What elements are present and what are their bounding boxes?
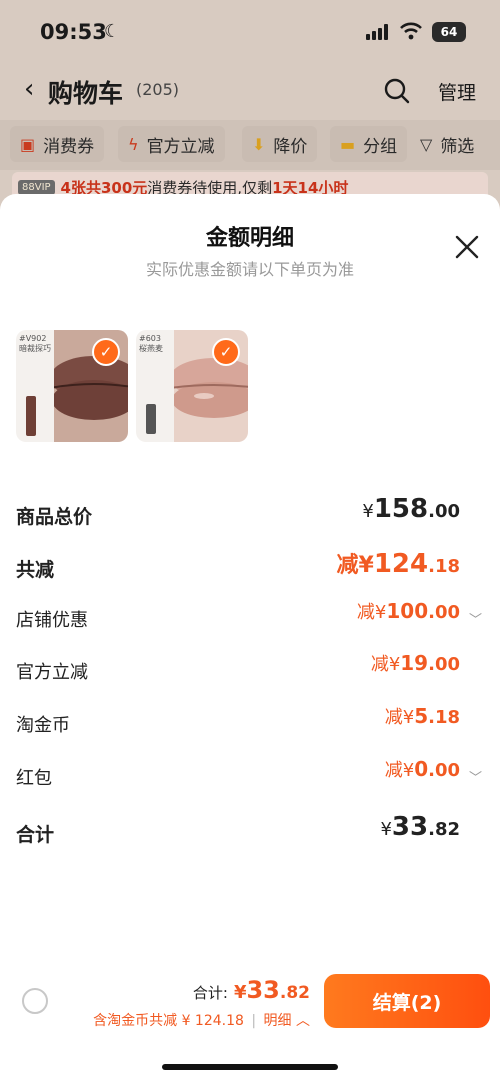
filter-price-drop[interactable]: ⬇ 降价 — [242, 126, 318, 162]
row-store-discount[interactable]: 店铺优惠 减 ¥ 100 .00 ﹀ — [0, 598, 500, 638]
lightning-icon: ϟ — [128, 134, 139, 154]
select-all-checkbox[interactable] — [22, 988, 48, 1014]
navigation-bar: ‹ 购物车 (205) 管理 — [0, 64, 500, 116]
filter-coupon[interactable]: ▣ 消费券 — [10, 126, 105, 162]
product-thumbnail[interactable]: #603 桜燕麦 ✓ — [136, 330, 248, 442]
row-taobao-coins: 淘金币 减 ¥ 5 .18 — [0, 703, 500, 743]
manage-button[interactable]: 管理 — [438, 78, 476, 105]
cart-count: (205) — [136, 80, 180, 99]
filter-price-drop-label: 降价 — [273, 136, 308, 157]
coupon-icon: ▣ — [20, 134, 36, 154]
product-code: #V902 — [19, 334, 47, 343]
checkmark-icon[interactable]: ✓ — [92, 338, 120, 366]
row-total-discount: 共减 减 ¥ 124 .18 — [0, 547, 500, 587]
folder-icon: ▬ — [340, 134, 356, 154]
row-label: 合计 — [16, 824, 55, 846]
search-icon[interactable] — [384, 78, 410, 104]
battery-icon: 64 — [432, 22, 466, 42]
savings-text: 含淘金币共减 ¥ 124.18 — [93, 1013, 244, 1029]
row-label: 商品总价 — [16, 506, 93, 528]
chevron-down-icon[interactable]: ﹀ — [469, 609, 482, 628]
bottom-total: 合计: ¥ 33 .82 — [193, 976, 310, 1004]
product-shade-name: 桜燕麦 — [139, 344, 163, 353]
row-amount: ¥ 33 .82 — [380, 812, 460, 842]
total-dec: .82 — [279, 983, 310, 1003]
sheet-title: 金额明细 — [205, 226, 294, 251]
row-total-price: 商品总价 ¥ 158 .00 — [0, 494, 500, 534]
detail-toggle[interactable]: 明细 — [264, 1013, 292, 1029]
back-icon[interactable]: ‹ — [24, 74, 34, 104]
filter-official-label: 官方立减 — [146, 136, 215, 157]
total-yen: ¥ — [233, 982, 247, 1003]
row-label: 官方立减 — [16, 662, 88, 683]
home-indicator — [162, 1064, 338, 1070]
row-amount: 减 ¥ 19 .00 — [370, 651, 460, 675]
product-thumbnail[interactable]: #V902 暗裁探巧 ✓ — [16, 330, 128, 442]
row-label: 淘金币 — [16, 715, 70, 736]
filter-coupon-label: 消费券 — [43, 136, 95, 157]
signal-icon — [366, 24, 392, 40]
filter-official[interactable]: ϟ 官方立减 — [118, 126, 225, 162]
page-title: 购物车 — [48, 79, 124, 108]
total-int: 33 — [246, 976, 280, 1004]
clock: 09:53 — [40, 20, 107, 44]
filter-group[interactable]: ▬ 分组 — [330, 126, 408, 162]
filter-button[interactable]: ▽ 筛选 — [410, 126, 484, 162]
funnel-icon: ▽ — [420, 134, 433, 154]
lip-tube-image — [26, 396, 36, 436]
sheet-subtitle: 实际优惠金额请以下单页为准 — [145, 260, 354, 279]
vip-badge: 88VIP — [18, 179, 55, 195]
close-icon[interactable] — [454, 234, 480, 260]
row-amount: 减 ¥ 124 .18 — [336, 549, 461, 579]
amount-detail-sheet: 金额明细 实际优惠金额请以下单页为准 #V902 暗裁探巧 ✓ #603 桜燕麦 — [0, 194, 500, 1082]
savings-summary[interactable]: 含淘金币共减 ¥ 124.18 | 明细 ︿ — [93, 1010, 310, 1030]
status-bar: 09:53 ☾ 64 — [0, 0, 500, 64]
chevron-up-icon[interactable]: ︿ — [296, 1013, 310, 1029]
row-label: 店铺优惠 — [16, 610, 88, 631]
filter-button-label: 筛选 — [440, 136, 475, 157]
row-amount: ¥ 158 .00 — [362, 494, 460, 524]
product-shade-name: 暗裁探巧 — [19, 344, 51, 353]
lip-tube-image — [146, 404, 156, 434]
row-amount: 减 ¥ 100 .00 — [356, 599, 460, 623]
row-label: 共减 — [16, 559, 55, 581]
arrow-down-icon: ⬇ — [252, 134, 266, 154]
chevron-down-icon[interactable]: ﹀ — [469, 767, 482, 786]
wifi-icon — [400, 22, 422, 40]
row-red-packet[interactable]: 红包 减 ¥ 0 .00 ﹀ — [0, 756, 500, 796]
row-official-discount: 官方立减 减 ¥ 19 .00 — [0, 650, 500, 690]
checkout-button[interactable]: 结算(2) — [324, 974, 490, 1028]
filter-group-label: 分组 — [363, 136, 398, 157]
row-amount: 减 ¥ 5 .18 — [384, 704, 460, 728]
row-amount: 减 ¥ 0 .00 — [384, 757, 460, 781]
total-label: 合计: — [192, 984, 228, 1002]
checkmark-icon[interactable]: ✓ — [212, 338, 240, 366]
moon-icon: ☾ — [104, 21, 121, 42]
row-label: 红包 — [16, 768, 52, 789]
row-subtotal: 合计 ¥ 33 .82 — [0, 812, 500, 852]
product-code: #603 — [139, 334, 161, 343]
